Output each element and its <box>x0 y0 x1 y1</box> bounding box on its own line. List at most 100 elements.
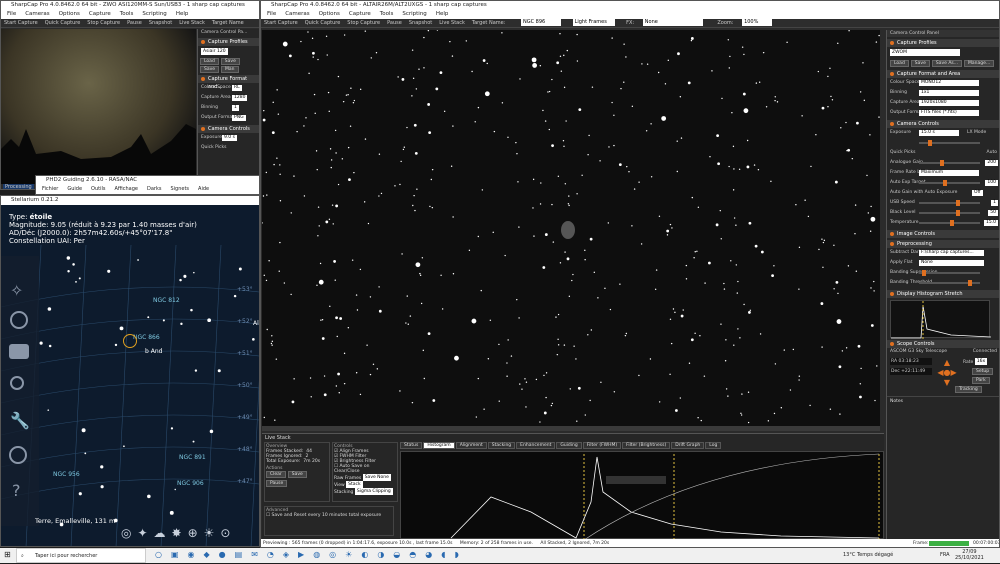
target-name-input[interactable]: NGC 896 <box>520 19 561 26</box>
start-icon[interactable]: ⊞ <box>4 551 11 559</box>
flat-value[interactable]: None <box>919 260 984 266</box>
main-menu-item[interactable]: Scripting <box>402 11 426 17</box>
small-row-value[interactable]: 1280 <box>232 95 248 101</box>
livestack-histogram[interactable] <box>400 451 884 541</box>
small-menu-item[interactable]: Help <box>176 11 189 17</box>
ccp-row-value[interactable]: FITS files (*.fits) <box>919 110 979 116</box>
livestack-check[interactable]: ☐ Auto Save on Clear/Close <box>334 464 396 474</box>
ccp-row-value[interactable]: MONO12 <box>919 80 979 86</box>
small-row-value[interactable]: RL <box>232 85 242 91</box>
clock[interactable]: 27/09 25/10/2021 <box>955 549 984 561</box>
label-ngc812[interactable]: NGC 812 <box>153 297 180 304</box>
tracking-button[interactable]: Tracking <box>955 386 982 393</box>
ccp-profile-button[interactable]: Manage... <box>964 60 995 67</box>
small-menu-item[interactable]: Options <box>59 11 80 17</box>
frame-type-select[interactable]: Light Frames <box>572 19 615 26</box>
fx-select[interactable]: None <box>642 19 703 26</box>
livestack-tab[interactable]: Enhancement <box>516 442 556 449</box>
weather[interactable]: 13°C Temps dégagé <box>843 548 893 563</box>
stacking-select[interactable]: Sigma Clipping <box>354 488 393 495</box>
gain-value[interactable]: 200 <box>985 160 998 166</box>
ccp-exposure-value[interactable]: 15.0 s <box>919 130 959 136</box>
phd-menu-item[interactable]: Fichier <box>42 186 58 192</box>
small-menu-item[interactable]: Scripting <box>142 11 166 17</box>
ccp-profile-button[interactable]: Save As... <box>931 60 963 67</box>
connected-toggle[interactable]: Connected <box>973 348 997 356</box>
ccp-lx-mode[interactable]: LX Mode <box>967 128 986 138</box>
main-toolbar-item[interactable]: Target Name: <box>472 20 506 26</box>
ccp-exposure-slider[interactable] <box>887 138 999 148</box>
phd-menu-item[interactable]: Darks <box>147 186 161 192</box>
ccp-row-value[interactable]: 1920x1080 <box>919 100 979 106</box>
livestack-tab[interactable]: Drift Graph <box>671 442 705 449</box>
rate-select[interactable]: 16x <box>974 358 988 365</box>
small-profile-select[interactable]: Asiair 120 <box>201 48 228 55</box>
direction-pad[interactable]: ▲ ◀●▶ ▼ <box>935 358 959 388</box>
subtract-value[interactable]: F:\sharp cap captures... <box>919 250 984 256</box>
livestack-tab[interactable]: Histogram <box>423 442 455 449</box>
clock-icon[interactable] <box>10 311 28 329</box>
main-toolbar-item[interactable]: Pause <box>387 20 402 26</box>
histogram-stretch[interactable] <box>890 300 992 339</box>
livestack-tab[interactable]: Filter (Brightness) <box>622 442 671 449</box>
main-toolbar-item[interactable]: Start Capture <box>264 20 298 26</box>
label-ngc866[interactable]: NGC 866 <box>133 334 160 341</box>
small-exposure-value[interactable]: 9.0 s <box>222 135 237 141</box>
location-icon[interactable] <box>9 344 29 359</box>
main-menu-item[interactable]: File <box>267 11 276 17</box>
main-menu-item[interactable]: Help <box>436 11 449 17</box>
small-toolbar-item[interactable]: Target Name <box>212 20 244 26</box>
small-menu-item[interactable]: Cameras <box>25 11 49 17</box>
main-menu-item[interactable]: Options <box>319 11 340 17</box>
small-profile-button[interactable]: Load <box>200 58 219 65</box>
park-button[interactable]: Park <box>972 377 990 384</box>
ccp-sec-image[interactable]: Image Controls <box>887 230 999 238</box>
ccp-profile-button[interactable]: Save <box>910 60 930 67</box>
phd-menu-item[interactable]: Signets <box>170 186 189 192</box>
stellarium-sky[interactable]: +53° +52° +51° +50° +49° +48° +47° <box>1 205 259 546</box>
main-toolbar-item[interactable]: Quick Capture <box>305 20 341 26</box>
main-image-view[interactable] <box>262 30 880 426</box>
small-profile-button[interactable]: Save <box>220 58 240 65</box>
label-ngc906[interactable]: NGC 906 <box>177 480 204 487</box>
ccp-profile-select[interactable]: ZWOM <box>890 49 960 56</box>
compass-icon[interactable]: ✧ <box>10 281 23 300</box>
small-sec-format[interactable]: Capture Format and... <box>198 75 259 90</box>
ccp-row-value[interactable]: 1x1 <box>919 90 979 96</box>
small-menu-item[interactable]: Capture <box>89 11 111 17</box>
main-toolbar-item[interactable]: Stop Capture <box>347 20 380 26</box>
livestack-tab[interactable]: Log <box>705 442 722 449</box>
frame-rate-value[interactable]: Maximum <box>919 170 979 176</box>
ccp-auto-exposure[interactable]: Auto <box>987 148 997 158</box>
auto-gain-value[interactable]: Off <box>972 190 983 196</box>
main-menu-item[interactable]: Tools <box>380 11 394 17</box>
selected-object-marker[interactable] <box>123 334 137 348</box>
temp-value[interactable]: 15.0 <box>983 220 998 226</box>
small-menu-item[interactable]: File <box>7 11 16 17</box>
search-icon[interactable] <box>10 376 24 390</box>
small-toolbar-item[interactable]: Start Capture <box>4 20 38 26</box>
settings-icon[interactable]: 🔧 <box>10 411 30 430</box>
small-sec-profiles[interactable]: Capture Profiles <box>198 38 259 46</box>
label-b-and[interactable]: b And <box>145 348 162 355</box>
clear-button[interactable]: Clear <box>266 471 286 478</box>
label-ngc891[interactable]: NGC 891 <box>179 454 206 461</box>
ccp-sec-hist[interactable]: Display Histogram Stretch <box>887 290 999 298</box>
phd-menu-item[interactable]: Outils <box>91 186 105 192</box>
view-select[interactable]: Stack <box>346 481 363 488</box>
small-toolbar-item[interactable]: Stop Capture <box>87 20 120 26</box>
small-toolbar-item[interactable]: Live Stack <box>179 20 205 26</box>
main-toolbar-item[interactable]: Live Stack <box>439 20 465 26</box>
ccp-sec-camera[interactable]: Camera Controls <box>887 120 999 128</box>
phd-menu-item[interactable]: Aide <box>198 186 209 192</box>
small-menu-item[interactable]: Tools <box>120 11 134 17</box>
livestack-tab[interactable]: Filter (FWHM) <box>582 442 622 449</box>
search-box[interactable]: ⌕ Taper ici pour rechercher <box>16 548 146 563</box>
help-icon[interactable]: ? <box>12 481 21 500</box>
livestack-tab[interactable]: Alignment <box>455 442 487 449</box>
small-profile-button[interactable]: Man <box>221 66 239 73</box>
black-value[interactable]: 50 <box>988 210 998 216</box>
phd-menu-item[interactable]: Guide <box>67 186 82 192</box>
small-toolbar-item[interactable]: Quick Capture <box>45 20 81 26</box>
main-toolbar-item[interactable]: Snapshot <box>409 20 432 26</box>
